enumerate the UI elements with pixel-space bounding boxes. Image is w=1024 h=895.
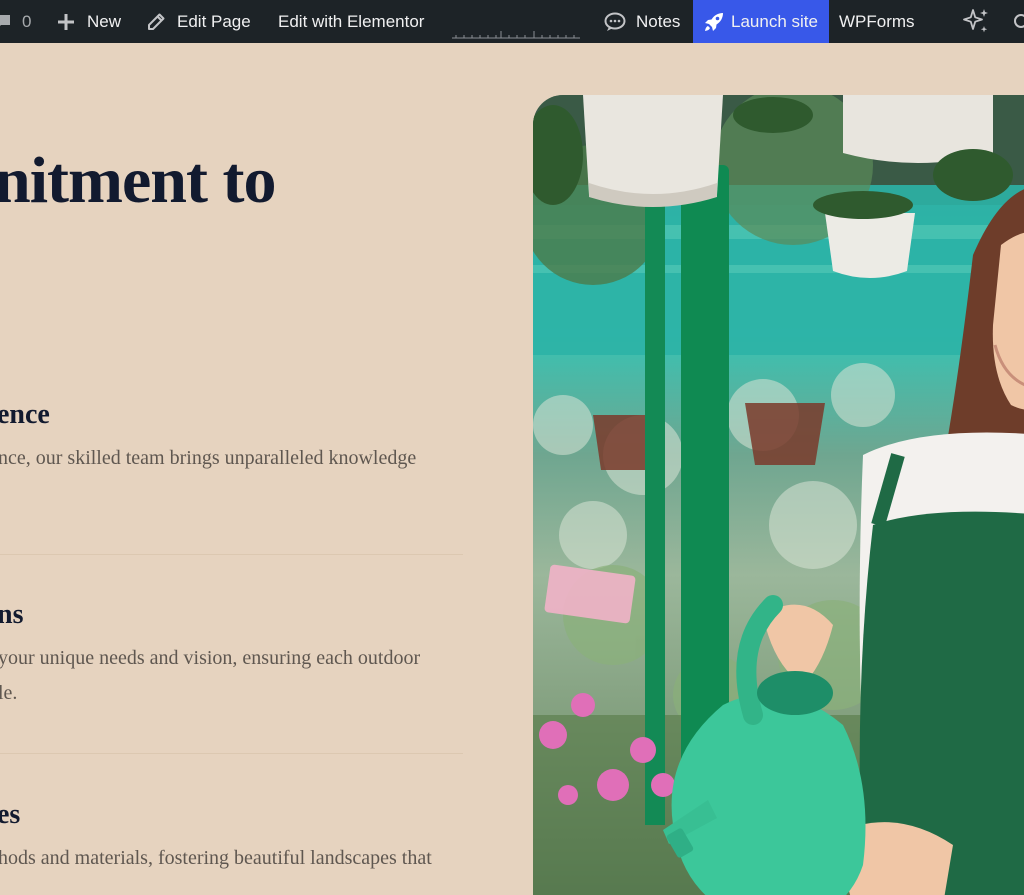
launch-site-button[interactable]: Launch site xyxy=(693,0,829,43)
new-label: New xyxy=(87,11,122,31)
edit-page-label: Edit Page xyxy=(177,11,251,31)
divider-2 xyxy=(0,753,463,754)
sparkles-icon xyxy=(960,6,992,38)
feature-text-2-line-2: le. xyxy=(0,682,18,704)
admin-bar: 0 New Edit Page Edit with Elementor Note… xyxy=(0,0,1024,43)
gardener-photo xyxy=(533,95,1024,895)
edit-elementor-label: Edit with Elementor xyxy=(278,11,425,31)
search-icon xyxy=(1011,12,1024,32)
ruler-graphic xyxy=(452,31,580,39)
performance-ruler xyxy=(451,0,581,43)
admin-bar-comments[interactable]: 0 xyxy=(0,0,31,43)
feature-title-2: ns xyxy=(0,599,24,630)
comments-count: 0 xyxy=(22,11,32,31)
feature-text-1-line-1: nce, our skilled team brings unparallele… xyxy=(0,447,417,469)
feature-text-2-line-1: your unique needs and vision, ensuring e… xyxy=(0,647,421,669)
pencil-icon xyxy=(146,12,166,32)
admin-bar-wpforms[interactable]: WPForms xyxy=(839,0,915,43)
launch-site-label: Launch site xyxy=(731,11,818,31)
feature-title-3: es xyxy=(0,799,21,830)
admin-bar-search[interactable] xyxy=(1011,0,1024,43)
comment-bubble-icon xyxy=(0,13,12,31)
feature-title-1: ence xyxy=(0,399,50,430)
rocket-icon xyxy=(703,11,725,33)
admin-bar-ai[interactable] xyxy=(960,0,992,43)
notes-label: Notes xyxy=(636,11,681,31)
section-heading: nitment to xyxy=(0,144,276,217)
feature-text-3-line-1: hods and materials, fostering beautiful … xyxy=(0,847,432,869)
divider-1 xyxy=(0,554,463,555)
admin-bar-edit-elementor[interactable]: Edit with Elementor xyxy=(278,0,424,43)
admin-bar-edit-page[interactable]: Edit Page xyxy=(146,0,251,43)
greenhouse-illustration xyxy=(533,95,1024,895)
plus-icon xyxy=(56,12,76,32)
wpforms-label: WPForms xyxy=(839,11,915,31)
speech-bubble-icon xyxy=(604,12,626,32)
admin-bar-notes[interactable]: Notes xyxy=(604,0,680,43)
admin-bar-new[interactable]: New xyxy=(56,0,121,43)
